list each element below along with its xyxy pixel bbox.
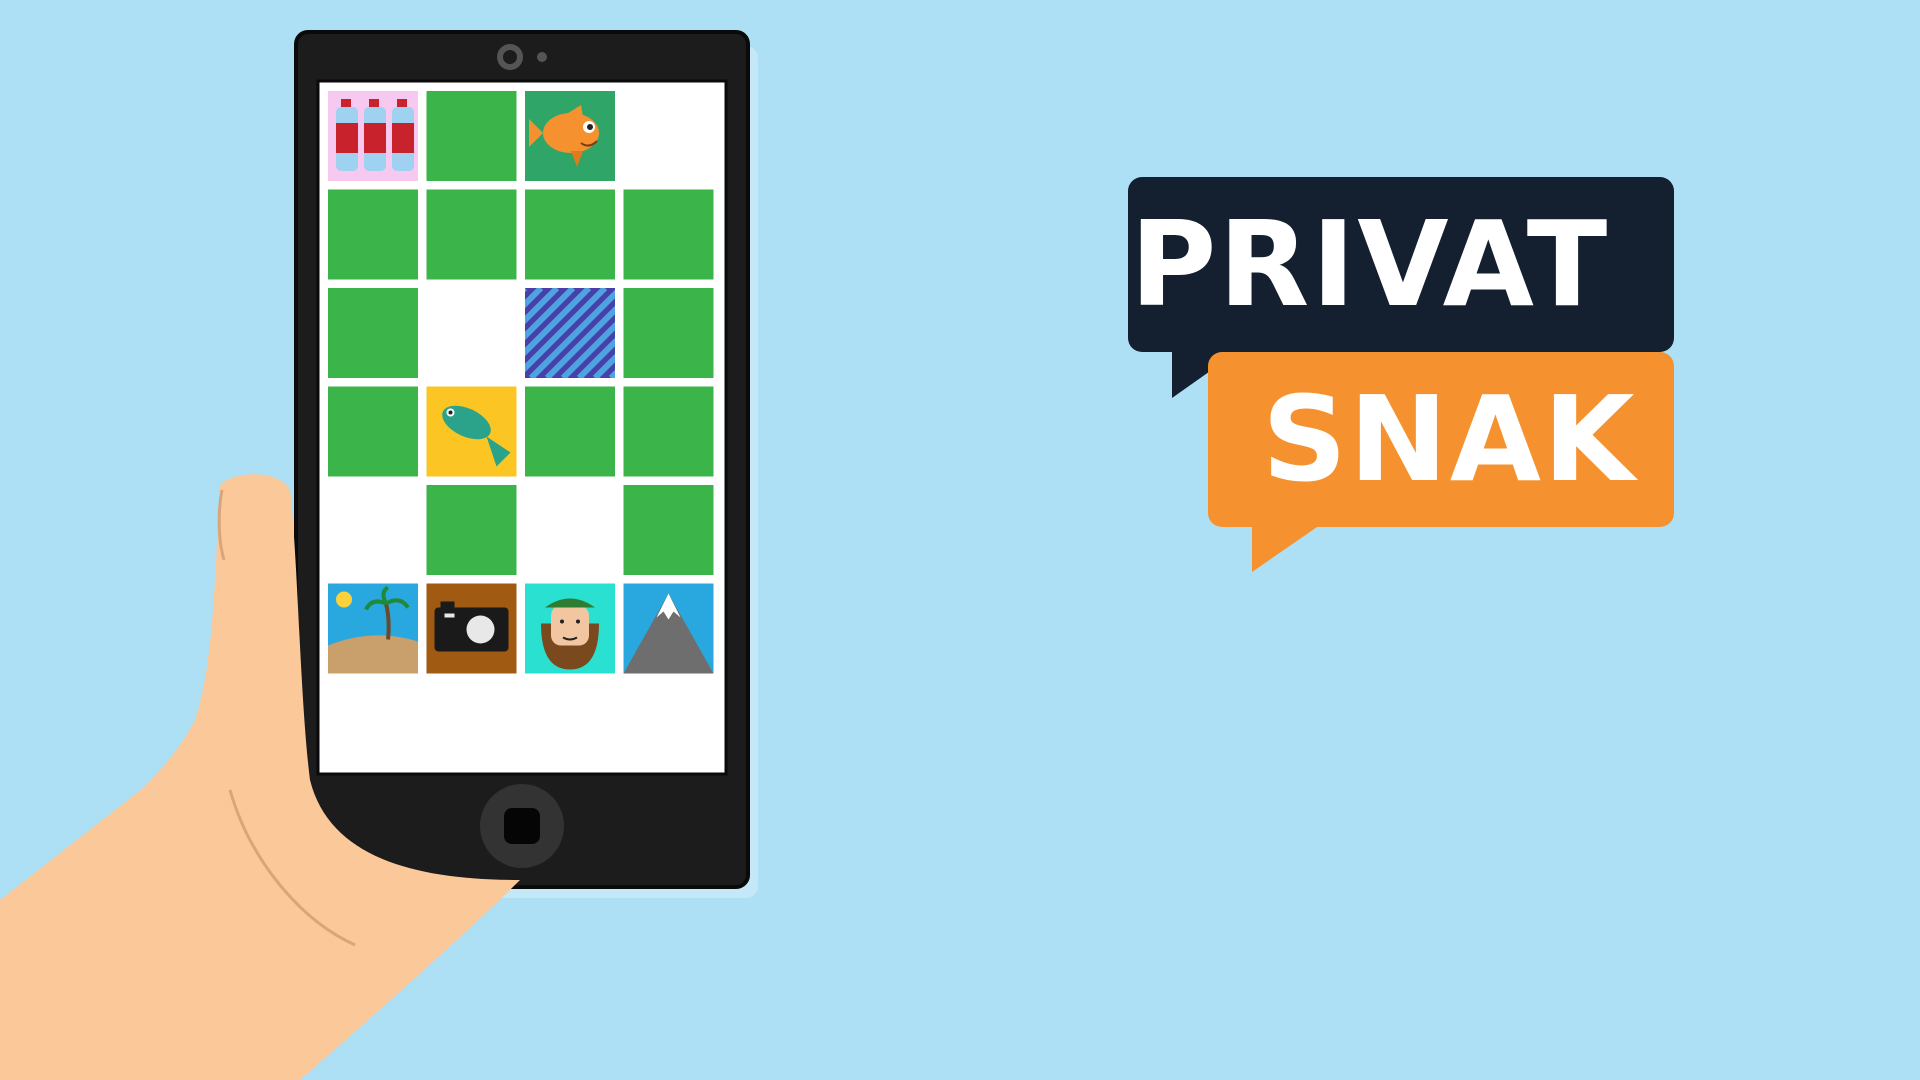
grid-tile-green[interactable] [525, 189, 615, 280]
home-button-icon[interactable] [480, 784, 564, 868]
grid-tile-green[interactable] [328, 189, 418, 280]
logo-line-1: PRIVAT [1130, 195, 1610, 333]
grid-tile-green[interactable] [426, 485, 517, 575]
grid-tile-green[interactable] [328, 386, 418, 477]
logo-line-2: SNAK [1262, 370, 1637, 508]
grid-tile-bearded-man[interactable] [525, 583, 615, 674]
grid-tile-green[interactable] [623, 189, 714, 280]
grid-tile-beach-palm[interactable] [328, 583, 418, 674]
grid-tile-camera[interactable] [426, 583, 517, 674]
grid-tile-green[interactable] [623, 485, 714, 575]
scene [0, 0, 1920, 1080]
grid-tile-green[interactable] [623, 386, 714, 477]
grid-tile-green-fish[interactable] [426, 386, 517, 477]
grid-tile-goldfish[interactable] [525, 91, 615, 181]
grid-tile-green[interactable] [525, 386, 615, 477]
grid-tile-green[interactable] [623, 288, 714, 378]
grid-tile-green[interactable] [328, 288, 418, 378]
grid-tile-mountain[interactable] [623, 583, 714, 674]
grid-tile-green[interactable] [426, 189, 517, 280]
grid-tile-green[interactable] [426, 91, 517, 181]
grid-tile-cola-bottles[interactable] [328, 91, 418, 181]
